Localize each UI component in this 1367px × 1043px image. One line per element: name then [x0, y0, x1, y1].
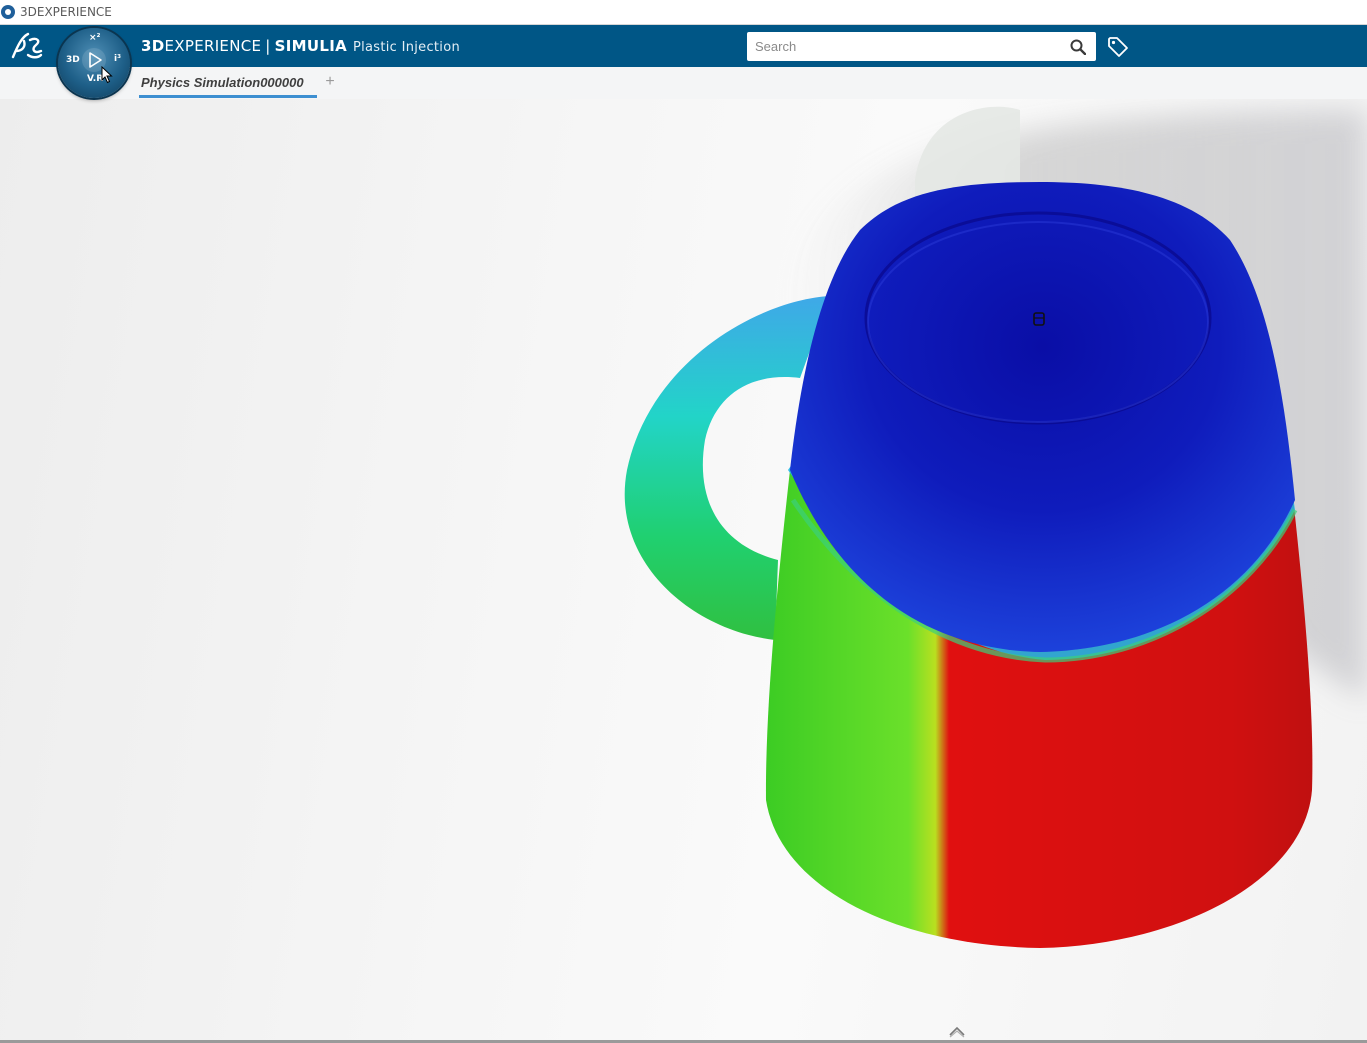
search-box [747, 32, 1096, 61]
app-name: Plastic Injection [352, 40, 460, 55]
tab-label: Physics Simulation000000 [141, 75, 304, 90]
add-tab-button[interactable]: + [322, 72, 338, 92]
window-titlebar: 3DEXPERIENCE [0, 0, 1367, 25]
compass-right-quadrant[interactable]: i³ [114, 54, 121, 64]
3dexperience-app-icon [1, 5, 15, 19]
mouse-cursor-icon [101, 66, 113, 84]
brand-product: SIMULIA [274, 37, 347, 55]
window-title: 3DEXPERIENCE [20, 5, 112, 19]
search-icon[interactable] [1070, 39, 1086, 55]
brand-prefix: 3D [141, 37, 165, 55]
compass-widget[interactable]: ×² 3D i³ V.R [58, 28, 130, 98]
compass-top-quadrant[interactable]: ×² [89, 33, 100, 43]
mug-3d-model[interactable] [0, 99, 1367, 1040]
brand-title: 3DEXPERIENCE | SIMULIA Plastic Injection [141, 37, 460, 55]
tab-physics-simulation[interactable]: Physics Simulation000000 [139, 67, 317, 98]
dassault-systemes-logo-icon[interactable] [10, 31, 44, 61]
chevron-up-icon[interactable] [947, 1024, 967, 1038]
brand-separator: | [265, 37, 271, 55]
search-input[interactable] [747, 32, 1065, 61]
top-bar: 3DEXPERIENCE | SIMULIA Plastic Injection [0, 25, 1367, 67]
brand-suffix: EXPERIENCE [164, 37, 262, 55]
3d-viewport[interactable] [0, 99, 1367, 1040]
tab-bar: Physics Simulation000000 + [0, 67, 1367, 100]
compass-left-quadrant[interactable]: 3D [66, 55, 80, 65]
tag-icon[interactable] [1106, 35, 1130, 59]
